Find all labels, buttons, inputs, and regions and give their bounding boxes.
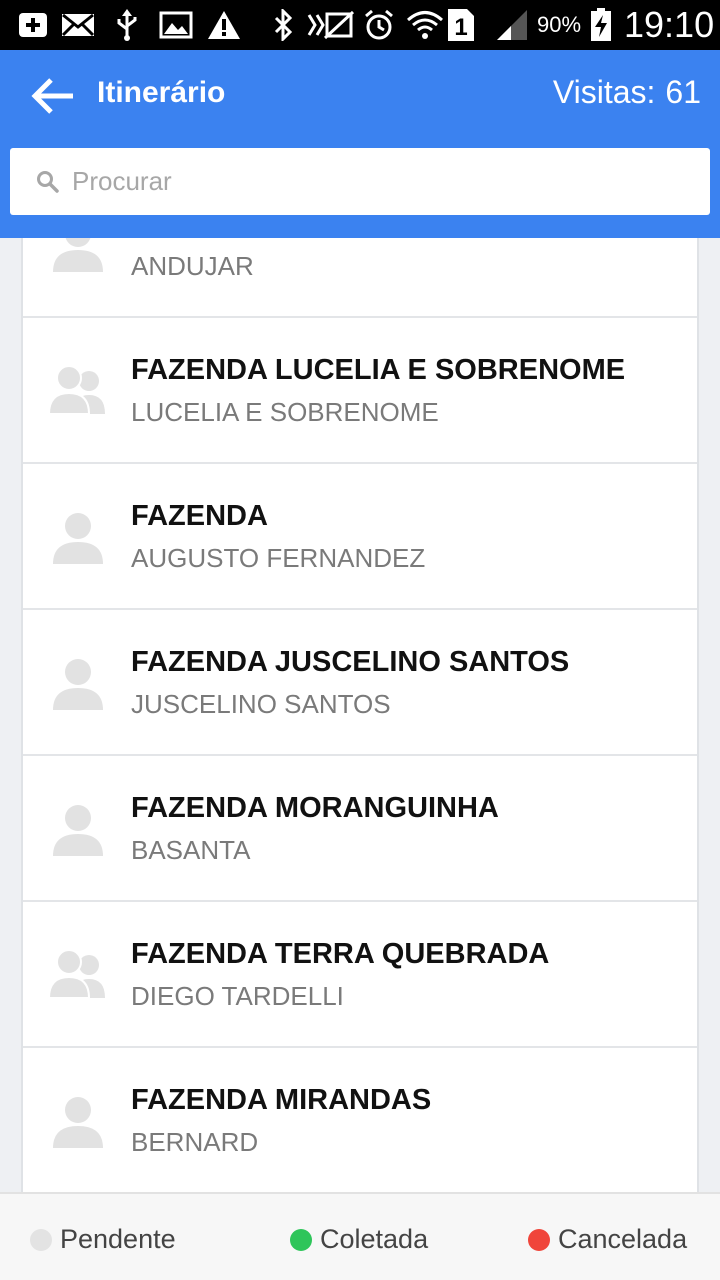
single-person-icon (49, 238, 107, 272)
item-subtitle: DIEGO TARDELLI (131, 981, 344, 1011)
list-item[interactable]: FAZENDA LUCELIA E SOBRENOME LUCELIA E SOB… (23, 318, 697, 464)
group-people-icon (47, 364, 107, 418)
status-legend: Pendente Coletada Cancelada (0, 1192, 720, 1280)
list-item[interactable]: FAZENDA MIRANDAS BERNARD (23, 1048, 697, 1192)
item-name: FAZENDA MORANGUINHA (131, 792, 499, 824)
search-input[interactable] (72, 166, 672, 197)
legend-collected: Coletada (290, 1224, 428, 1255)
sim-icon: 1 (446, 8, 476, 42)
legend-pending: Pendente (30, 1224, 176, 1255)
battery-percent: 90% (537, 12, 582, 37)
pending-label: Pendente (60, 1224, 176, 1254)
collected-label: Coletada (320, 1224, 429, 1254)
sim-slot-number: 1 (454, 14, 467, 41)
list-item[interactable]: FAZENDA AUGUSTO FERNANDEZ (23, 464, 697, 610)
cancelled-dot (528, 1228, 550, 1251)
search-box[interactable] (10, 148, 710, 215)
alarm-icon (362, 8, 396, 42)
single-person-icon (49, 656, 107, 710)
item-subtitle: ANDUJAR (131, 251, 254, 281)
clock: 19:10 (624, 4, 715, 45)
arrow-left-icon (31, 78, 73, 114)
item-name: FAZENDA JUSCELINO SANTOS (131, 646, 570, 678)
single-person-icon (49, 510, 107, 564)
list-item[interactable]: FAZENDA JUSCELINO SANTOS JUSCELINO SANTOS (23, 610, 697, 756)
warning-icon (206, 8, 242, 42)
image-icon (158, 8, 194, 42)
item-subtitle: AUGUSTO FERNANDEZ (131, 543, 426, 573)
itinerary-list-content: ANDUJAR FAZENDA LUCELIA E SOBRENOME LUCELI… (23, 238, 697, 1192)
signal-icon (494, 8, 530, 42)
visits-count: 61 (665, 74, 701, 110)
single-person-icon (49, 1094, 107, 1148)
app-bar: Itinerário Visitas: 61 (0, 50, 720, 238)
itinerary-list[interactable]: ANDUJAR FAZENDA LUCELIA E SOBRENOME LUCELI… (21, 238, 699, 1192)
pending-dot (30, 1228, 52, 1251)
item-name: FAZENDA (131, 500, 268, 532)
status-bar: 1 90% 19:10 (0, 0, 720, 50)
item-subtitle: JUSCELINO SANTOS (131, 689, 391, 719)
item-name: FAZENDA LUCELIA E SOBRENOME (131, 354, 626, 386)
group-people-icon (47, 948, 107, 1002)
list-item[interactable]: ANDUJAR (23, 238, 697, 318)
visits-counter: Visitas: 61 (553, 74, 701, 111)
bluetooth-icon (270, 8, 296, 42)
item-subtitle: LUCELIA E SOBRENOME (131, 397, 439, 427)
list-item[interactable]: FAZENDA MORANGUINHA BASANTA (23, 756, 697, 902)
item-subtitle: BASANTA (131, 835, 251, 865)
item-name: FAZENDA TERRA QUEBRADA (131, 938, 550, 970)
nfc-icon (304, 8, 356, 42)
search-icon (37, 170, 59, 193)
item-subtitle: BERNARD (131, 1127, 259, 1157)
visits-label: Visitas: (552, 74, 656, 110)
collected-dot (290, 1228, 312, 1251)
item-name: FAZENDA MIRANDAS (131, 1084, 432, 1116)
usb-icon (112, 8, 142, 42)
back-button[interactable] (26, 74, 78, 118)
list-item[interactable]: FAZENDA TERRA QUEBRADA DIEGO TARDELLI (23, 902, 697, 1048)
battery-charging-icon (588, 8, 614, 42)
legend-cancelled: Cancelada (528, 1224, 687, 1255)
add-icon (16, 8, 50, 42)
page-title: Itinerário (97, 76, 226, 109)
mail-icon (60, 8, 96, 42)
single-person-icon (49, 802, 107, 856)
wifi-icon (404, 8, 446, 42)
cancelled-label: Cancelada (558, 1224, 688, 1254)
